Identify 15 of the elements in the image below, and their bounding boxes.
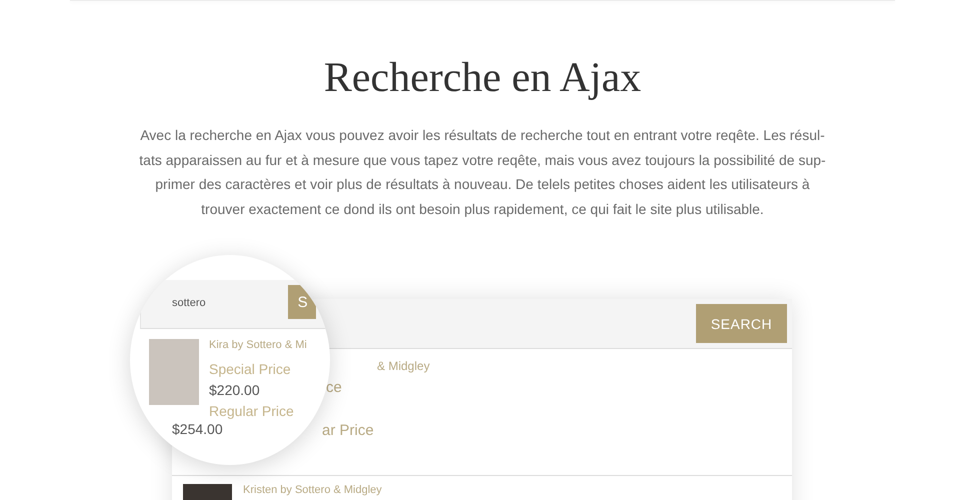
special-price-label: Special Price (209, 360, 292, 379)
product-name[interactable]: Kristen by Sottero & Midgley (243, 484, 382, 500)
regular-price-label: Regular Price (209, 402, 295, 421)
search-button[interactable]: S (288, 285, 316, 319)
product-name[interactable]: & Midgley (377, 359, 430, 373)
description-paragraph: Avec la recherche en Ajax vous pouvez avoir les résultats de recherche tout en entrant votre reqête. Les résul- tats apparaissen au fur et à mesure que vous tapez votre reqête, mais vous avez toujours la possibilité de sup- primer des caractères et voir plus de résultats à nouveau. De telels petites choses aident les utilisateurs à trouver exactement ce dond ils ont besoin plus rapidement, ce qui fait le site plus utilisable. (138, 126, 827, 219)
photo-placeholder (149, 339, 199, 405)
search-query: sottero (172, 297, 206, 309)
page-title: Recherche en Ajax (322, 54, 642, 103)
regular-price: $254.00 (172, 421, 223, 437)
price-label: ce (326, 379, 342, 396)
special-price: $220.00 (209, 381, 261, 400)
product-name[interactable]: Kira by Sottero & Mi (209, 339, 307, 351)
price-label: ar Price (322, 422, 374, 439)
search-button[interactable]: SEARCH (696, 304, 787, 343)
